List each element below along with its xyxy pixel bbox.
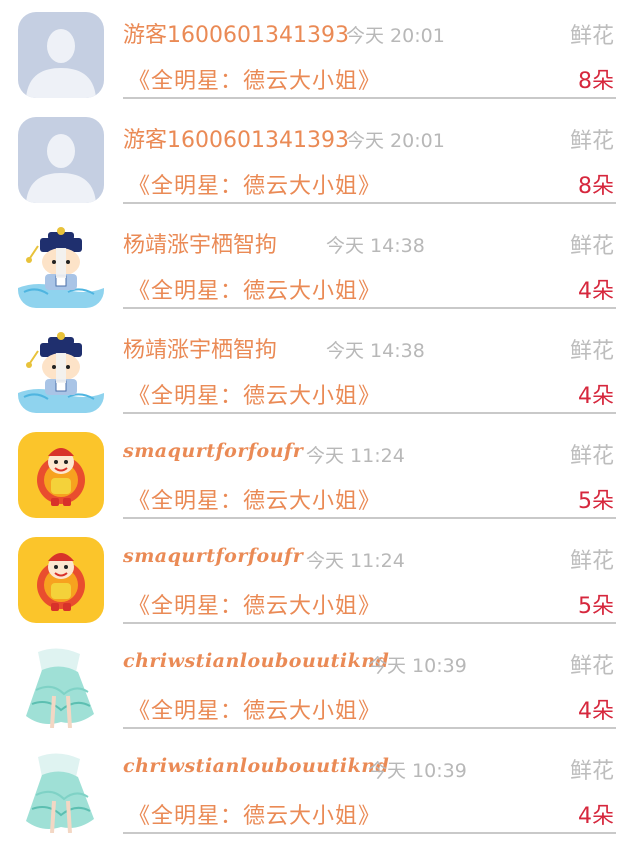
gift-count: 8朵 [578,174,614,199]
divider [123,412,616,414]
gift-record-item[interactable]: smaqurtforfoufr 今天 11:24 鲜花 《全明星：德云大小姐》 … [0,420,640,524]
username[interactable]: smaqurtforfoufr [123,545,303,567]
divider [123,727,616,729]
program-title[interactable]: 《全明星：德云大小姐》 [128,693,381,725]
gift-type-label: 鲜花 [569,549,614,574]
gift-type-label: 鲜花 [569,759,614,784]
username[interactable]: 杨靖涨宇栖智拘 [123,332,277,364]
username[interactable]: smaqurtforfoufr [123,440,303,462]
gift-record-item[interactable]: 杨靖涨宇栖智拘 今天 14:38 鲜花 《全明星：德云大小姐》 4朵 [0,210,640,314]
gift-type-label: 鲜花 [569,234,614,259]
gift-count: 5朵 [578,594,614,619]
gift-type-label: 鲜花 [569,654,614,679]
divider [123,202,616,204]
gift-type-label: 鲜花 [569,24,614,49]
gift-record-item[interactable]: chriwstianloubouutiknd 今天 10:39 鲜花 《全明星：… [0,630,640,734]
divider [123,622,616,624]
gift-type-label: 鲜花 [569,339,614,364]
gift-count: 8朵 [578,69,614,94]
gift-record-item[interactable]: chriwstianloubouutiknd 今天 10:39 鲜花 《全明星：… [0,735,640,839]
cartoon-clown-avatar-icon[interactable] [18,432,104,518]
username[interactable]: 游客1600601341393 [123,122,349,154]
gift-record-item[interactable]: 游客1600601341393 今天 20:01 鲜花 《全明星：德云大小姐》 … [0,105,640,209]
default-user-avatar-icon[interactable] [18,12,104,98]
program-title[interactable]: 《全明星：德云大小姐》 [128,798,381,830]
gift-count: 4朵 [578,699,614,724]
program-title[interactable]: 《全明星：德云大小姐》 [128,588,381,620]
gift-type-label: 鲜花 [569,129,614,154]
gift-record-item[interactable]: smaqurtforfoufr 今天 11:24 鲜花 《全明星：德云大小姐》 … [0,525,640,629]
timestamp: 今天 20:01 [346,130,445,152]
divider [123,517,616,519]
username[interactable]: chriwstianloubouutiknd [123,650,389,672]
program-title[interactable]: 《全明星：德云大小姐》 [128,378,381,410]
timestamp: 今天 11:24 [306,445,405,467]
gift-count: 4朵 [578,279,614,304]
gift-record-item[interactable]: 杨靖涨宇栖智拘 今天 14:38 鲜花 《全明星：德云大小姐》 4朵 [0,315,640,419]
default-user-avatar-icon[interactable] [18,117,104,203]
cartoon-clown-avatar-icon[interactable] [18,537,104,623]
divider [123,97,616,99]
timestamp: 今天 20:01 [346,25,445,47]
gift-record-item[interactable]: 游客1600601341393 今天 20:01 鲜花 《全明星：德云大小姐》 … [0,0,640,104]
timestamp: 今天 10:39 [368,655,467,677]
timestamp: 今天 14:38 [326,235,425,257]
username[interactable]: chriwstianloubouutiknd [123,755,389,777]
timestamp: 今天 11:24 [306,550,405,572]
anime-dress-avatar-icon[interactable] [18,747,104,833]
username[interactable]: 杨靖涨宇栖智拘 [123,227,277,259]
program-title[interactable]: 《全明星：德云大小姐》 [128,63,381,95]
timestamp: 今天 10:39 [368,760,467,782]
gift-count: 4朵 [578,384,614,409]
timestamp: 今天 14:38 [326,340,425,362]
divider [123,307,616,309]
cartoon-qing-official-avatar-icon[interactable] [18,327,104,413]
gift-type-label: 鲜花 [569,444,614,469]
gift-count: 5朵 [578,489,614,514]
divider [123,832,616,834]
gift-record-list: 游客1600601341393 今天 20:01 鲜花 《全明星：德云大小姐》 … [0,0,640,848]
anime-dress-avatar-icon[interactable] [18,642,104,728]
program-title[interactable]: 《全明星：德云大小姐》 [128,273,381,305]
cartoon-qing-official-avatar-icon[interactable] [18,222,104,308]
username[interactable]: 游客1600601341393 [123,17,349,49]
gift-count: 4朵 [578,804,614,829]
program-title[interactable]: 《全明星：德云大小姐》 [128,483,381,515]
program-title[interactable]: 《全明星：德云大小姐》 [128,168,381,200]
